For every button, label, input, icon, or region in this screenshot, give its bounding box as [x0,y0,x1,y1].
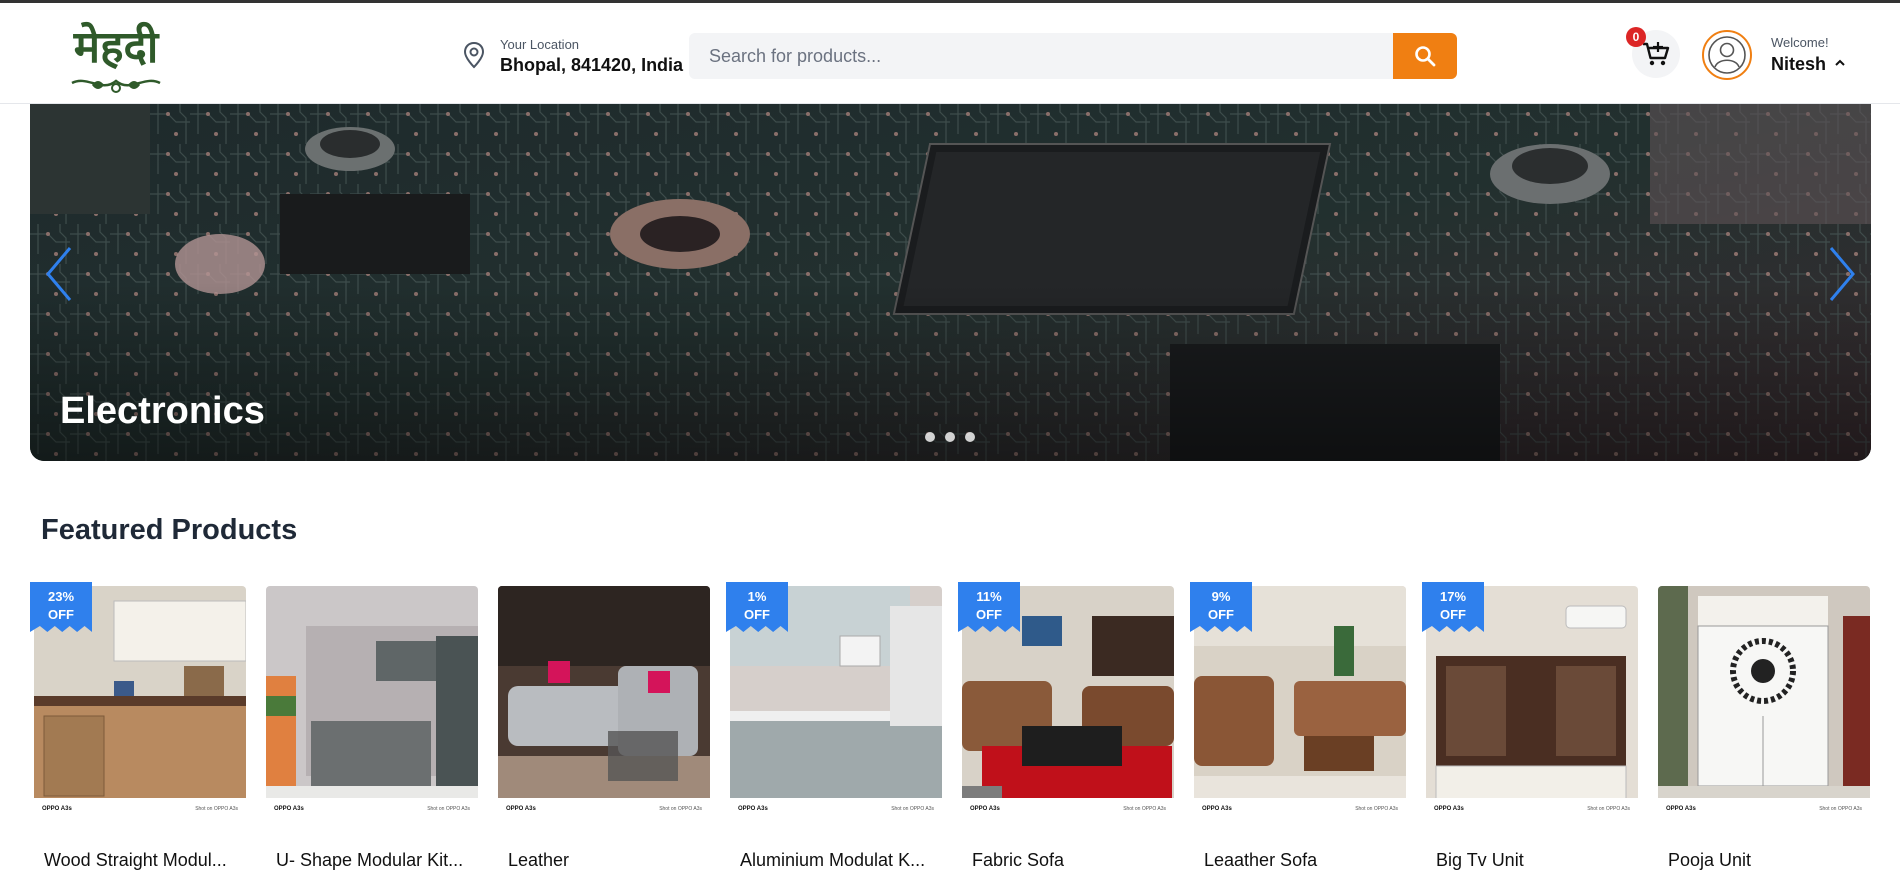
watermark-left: OPPO A3s [1434,806,1464,812]
image-watermark: OPPO A3s Shot on OPPO A3s [1194,798,1406,826]
watermark-right: Shot on OPPO A3s [659,806,702,812]
watermark-left: OPPO A3s [42,806,72,812]
product-card[interactable]: 11% OFF OPPO A3s Shot on OPPO A3s Fabric… [958,582,1174,871]
watermark-right: Shot on OPPO A3s [195,806,238,812]
search-button[interactable] [1393,33,1457,79]
watermark-right: Shot on OPPO A3s [891,806,934,812]
watermark-right: Shot on OPPO A3s [1587,806,1630,812]
watermark-left: OPPO A3s [738,806,768,812]
product-card[interactable]: 23% OFF OPPO A3s Shot on OPPO A3s Wood S… [30,582,246,871]
discount-badge: 1% OFF [726,582,788,632]
discount-off-label: OFF [1440,607,1466,622]
cart-count-badge: 0 [1626,27,1646,47]
watermark-left: OPPO A3s [1666,806,1696,812]
product-card[interactable]: 17% OFF OPPO A3s Shot on OPPO A3s Big Tv… [1422,582,1638,871]
watermark-left: OPPO A3s [506,806,536,812]
discount-off-label: OFF [744,607,770,622]
discount-value: 11% [976,589,1002,604]
product-name[interactable]: Leaather Sofa [1204,850,1400,871]
product-card[interactable]: 9% OFF OPPO A3s Shot on OPPO A3s Leaathe… [1190,582,1406,871]
image-watermark: OPPO A3s Shot on OPPO A3s [962,798,1174,826]
location-value: Bhopal, 841420, India [500,55,684,75]
discount-off-label: OFF [48,607,74,622]
search-icon [1415,46,1436,67]
discount-value: 1% [747,589,767,604]
hero-carousel[interactable]: Electronics [30,104,1871,461]
product-card[interactable]: OPPO A3s Shot on OPPO A3s Pooja Unit [1658,586,1870,871]
discount-badge: 9% OFF [1190,582,1252,632]
product-image [266,586,478,826]
brand-logo[interactable]: मेहदी [62,21,170,95]
discount-badge: 23% OFF [30,582,92,632]
product-image [1658,586,1870,826]
logo-text: मेहदी [73,22,159,73]
watermark-left: OPPO A3s [970,806,1000,812]
product-name[interactable]: Wood Straight Modul... [44,850,240,871]
circuit-board-image [30,104,1871,461]
search-input[interactable] [689,33,1389,79]
image-watermark: OPPO A3s Shot on OPPO A3s [1426,798,1638,826]
featured-products-title: Featured Products [41,514,298,546]
watermark-right: Shot on OPPO A3s [1355,806,1398,812]
carousel-dot[interactable] [925,432,935,442]
discount-badge: 17% OFF [1422,582,1484,632]
featured-products-list: 23% OFF OPPO A3s Shot on OPPO A3s Wood S… [30,582,1874,871]
watermark-right: Shot on OPPO A3s [1123,806,1166,812]
product-name[interactable]: Big Tv Unit [1436,850,1632,871]
cart-button[interactable]: 0 [1626,27,1680,78]
product-image [498,586,710,826]
avatar[interactable] [1702,30,1752,80]
carousel-dot[interactable] [965,432,975,442]
image-watermark: OPPO A3s Shot on OPPO A3s [730,798,942,826]
site-header: मेहदी Your Location Bhopal, 841420, Indi… [0,3,1900,104]
discount-value: 17% [1439,589,1467,604]
chevron-left-icon[interactable] [42,244,76,304]
product-card[interactable]: OPPO A3s Shot on OPPO A3s Leather [498,586,710,871]
product-name[interactable]: Fabric Sofa [972,850,1168,871]
product-name[interactable]: Aluminium Modulat K... [740,850,936,871]
chevron-up-icon[interactable] [1834,58,1846,68]
image-watermark: OPPO A3s Shot on OPPO A3s [1658,798,1870,826]
logo-ornament-icon [71,79,161,93]
watermark-right: Shot on OPPO A3s [427,806,470,812]
product-name[interactable]: Leather [508,850,704,871]
search-bar [689,33,1457,79]
watermark-left: OPPO A3s [1202,806,1232,812]
product-name[interactable]: Pooja Unit [1668,850,1864,871]
discount-badge: 11% OFF [958,582,1020,632]
product-card[interactable]: 1% OFF OPPO A3s Shot on OPPO A3s Alumini… [726,582,942,871]
welcome-label: Welcome! [1771,35,1829,50]
discount-value: 23% [47,589,75,604]
discount-off-label: OFF [1208,607,1234,622]
carousel-dot[interactable] [945,432,955,442]
location-label: Your Location [500,37,580,52]
carousel-dots [925,432,975,442]
discount-value: 9% [1211,589,1231,604]
user-avatar-icon [1708,36,1746,74]
watermark-left: OPPO A3s [274,806,304,812]
product-card[interactable]: OPPO A3s Shot on OPPO A3s U- Shape Modul… [266,586,478,871]
image-watermark: OPPO A3s Shot on OPPO A3s [266,798,478,826]
watermark-right: Shot on OPPO A3s [1819,806,1862,812]
image-watermark: OPPO A3s Shot on OPPO A3s [34,798,246,826]
image-watermark: OPPO A3s Shot on OPPO A3s [498,798,710,826]
cart-icon [1643,42,1670,66]
chevron-right-icon[interactable] [1825,244,1859,304]
banner-title: Electronics [60,390,265,432]
discount-off-label: OFF [976,607,1002,622]
product-name[interactable]: U- Shape Modular Kit... [276,850,472,871]
user-name[interactable]: Nitesh [1771,54,1826,75]
location-pin-icon [463,41,485,69]
